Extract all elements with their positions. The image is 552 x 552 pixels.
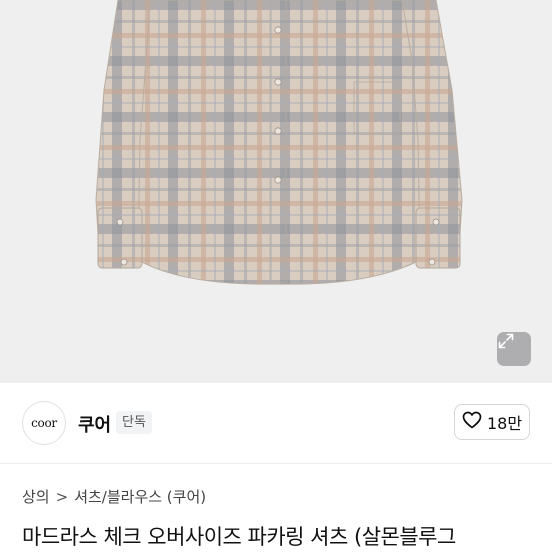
breadcrumb-category[interactable]: 상의 [22, 486, 50, 507]
breadcrumb-separator: > [55, 487, 69, 506]
like-button[interactable]: 18만 [454, 404, 530, 440]
brand-logo[interactable]: coor [22, 401, 66, 445]
breadcrumb-subcategory[interactable]: 셔츠/블라우스 (쿠어) [74, 486, 206, 507]
expand-image-button[interactable] [497, 332, 531, 366]
heart-icon [462, 411, 482, 433]
brand-logo-text: coor [31, 416, 57, 430]
product-title: 마드라스 체크 오버사이즈 파카링 셔츠 (살몬블루그 [22, 525, 456, 549]
product-image[interactable] [0, 0, 552, 383]
brand-row: coor 쿠어 단독 18만 [0, 383, 552, 464]
like-count: 18만 [486, 414, 523, 433]
shirt-illustration [95, 0, 463, 285]
brand-name[interactable]: 쿠어 [78, 411, 111, 437]
breadcrumb: 상의 > 셔츠/블라우스 (쿠어) [22, 486, 206, 507]
exclusive-badge: 단독 [116, 411, 152, 434]
